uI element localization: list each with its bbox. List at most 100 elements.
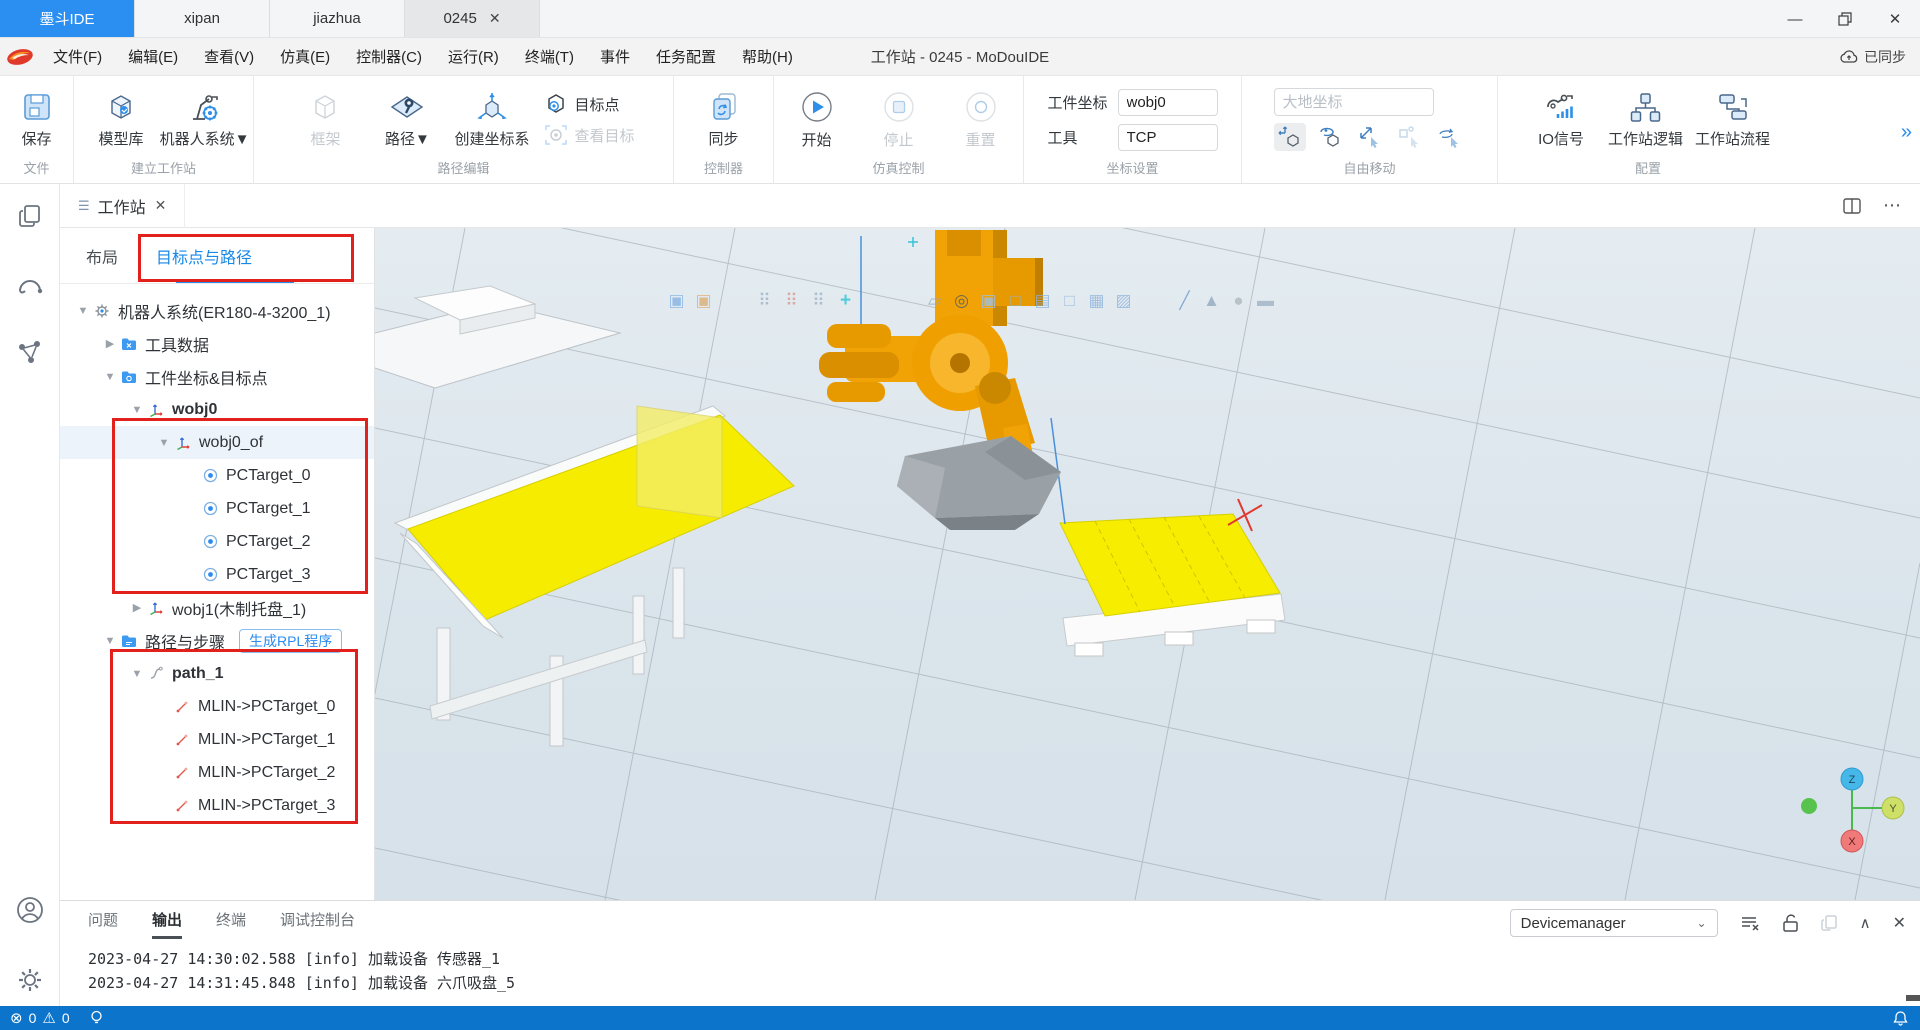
cone-icon[interactable]: ▲ <box>1198 291 1225 311</box>
problems-summary[interactable]: ⊗ 0 ⚠ 0 <box>0 1009 103 1027</box>
menu-edit[interactable]: 编辑(E) <box>115 38 191 76</box>
expander-icon[interactable]: ▼ <box>101 635 119 647</box>
panel-expand-icon[interactable]: ∧ <box>1860 914 1871 932</box>
tab-output[interactable]: 输出 <box>152 909 182 930</box>
node-drag-tool-button[interactable] <box>1394 123 1426 151</box>
doc-tab-jiazhua[interactable]: jiazhua <box>270 0 405 37</box>
device-select[interactable]: Devicemanager ⌄ <box>1510 909 1718 937</box>
tree-row-pctarget-3[interactable]: PCTarget_3 <box>60 558 374 591</box>
snap-grid-red-icon[interactable]: ⠿ <box>778 291 805 311</box>
workstation-tab[interactable]: ☰ 工作站 ✕ <box>60 184 185 228</box>
node-graph-icon[interactable] <box>14 336 46 368</box>
tree-row-tool-data[interactable]: ▶ 工具数据 <box>60 327 374 360</box>
create-coord-button[interactable]: 创建坐标系 <box>450 89 533 151</box>
tree-row-wobj0-of[interactable]: ▼ wobj0_of <box>60 426 374 459</box>
menu-event[interactable]: 事件 <box>587 38 643 76</box>
tree-row-mlin-0[interactable]: MLIN->PCTarget_0 <box>60 690 374 723</box>
view-cube-5-icon[interactable]: ▦ <box>1083 291 1110 311</box>
workstation-tab-close-icon[interactable]: ✕ <box>155 197 167 214</box>
rotate-tool-button[interactable] <box>1314 123 1346 151</box>
menu-simulation[interactable]: 仿真(E) <box>267 38 343 76</box>
axis-gizmo[interactable]: Z Y X <box>1801 768 1904 852</box>
expander-icon[interactable]: ▼ <box>74 305 92 317</box>
path-button[interactable]: 路径▼ <box>368 89 446 151</box>
tree-row-path-1[interactable]: ▼ path_1 <box>60 657 374 690</box>
sphere-icon[interactable]: ● <box>1225 291 1252 311</box>
world-coord-input[interactable] <box>1274 88 1434 116</box>
expander-icon[interactable]: ▶ <box>101 337 119 350</box>
move-tool-button[interactable] <box>1274 123 1306 151</box>
menu-view[interactable]: 查看(V) <box>191 38 267 76</box>
expander-icon[interactable]: ▼ <box>155 437 173 449</box>
panel-close-icon[interactable]: ✕ <box>1893 913 1906 933</box>
expander-icon[interactable]: ▼ <box>128 668 146 680</box>
axis-snap-icon[interactable]: + <box>832 290 859 312</box>
expander-icon[interactable]: ▼ <box>128 404 146 416</box>
snap-grid-icon[interactable]: ⠿ <box>751 291 778 311</box>
menu-run[interactable]: 运行(R) <box>435 38 512 76</box>
tree-row-mlin-1[interactable]: MLIN->PCTarget_1 <box>60 723 374 756</box>
minimize-button[interactable]: — <box>1770 0 1820 38</box>
doc-tab-xipan[interactable]: xipan <box>135 0 270 37</box>
tab-problems[interactable]: 问题 <box>88 909 118 930</box>
sync-button[interactable]: 同步 <box>685 89 763 151</box>
measure-icon[interactable]: ╱ <box>1171 291 1198 311</box>
tree-row-wobj0[interactable]: ▼ wobj0 <box>60 393 374 426</box>
tree-row-wobj1[interactable]: ▶ wobj1(木制托盘_1) <box>60 591 374 624</box>
restore-button[interactable] <box>1820 0 1870 38</box>
tree-row-pctarget-1[interactable]: PCTarget_1 <box>60 492 374 525</box>
view-cube-2-icon[interactable]: □ <box>1002 291 1029 311</box>
ribbon-expand-icon[interactable]: » <box>1901 121 1912 144</box>
station-flow-button[interactable]: 工作站流程 <box>1691 89 1774 151</box>
tree-row-pctarget-0[interactable]: PCTarget_0 <box>60 459 374 492</box>
menu-task-config[interactable]: 任务配置 <box>643 38 729 76</box>
scrollbar-handle[interactable] <box>1906 995 1920 1001</box>
tab-layout[interactable]: 布局 <box>86 244 118 268</box>
app-home-tab[interactable]: 墨斗IDE <box>0 0 135 37</box>
tree-row-paths-steps[interactable]: ▼ 路径与步骤 生成RPL程序 <box>60 624 374 657</box>
user-account-icon[interactable] <box>14 894 46 926</box>
unlock-icon[interactable] <box>1782 914 1799 932</box>
tree-row-mlin-3[interactable]: MLIN->PCTarget_3 <box>60 789 374 822</box>
robot-system-button[interactable]: 机器人系统▼ <box>164 89 245 151</box>
eraser-icon[interactable]: ▬ <box>1252 291 1279 311</box>
notifications-bell-icon[interactable] <box>1893 1010 1908 1026</box>
menu-controller[interactable]: 控制器(C) <box>343 38 435 76</box>
start-button[interactable]: 开始 <box>778 88 856 152</box>
drag-tool-button[interactable] <box>1354 123 1386 151</box>
target-point-button[interactable]: 目标点 <box>544 93 620 115</box>
tool-input[interactable] <box>1118 124 1218 151</box>
view-cube-3-icon[interactable]: ▤ <box>1029 291 1056 311</box>
gizmo-free-ball[interactable] <box>1801 798 1817 814</box>
3d-viewport[interactable]: Z Y X ▣ ▣ ⠿ ⠿ ⠿ + ▱ ◎ ▣ □ ▤ □ ▦ ▨ ╱ ▲ ● … <box>375 228 1920 900</box>
generate-rpl-button[interactable]: 生成RPL程序 <box>239 629 342 653</box>
io-signal-button[interactable]: IO信号 <box>1522 89 1600 151</box>
model-library-button[interactable]: 模型库 <box>82 89 160 151</box>
tree-row-workobj-targets[interactable]: ▼ 工件坐标&目标点 <box>60 360 374 393</box>
split-view-icon[interactable] <box>1843 198 1861 214</box>
close-button[interactable]: ✕ <box>1870 0 1920 38</box>
station-logic-button[interactable]: 工作站逻辑 <box>1604 89 1687 151</box>
tab-debug-console[interactable]: 调试控制台 <box>280 909 355 930</box>
save-button[interactable]: 保存 <box>0 89 76 151</box>
expander-icon[interactable]: ▶ <box>128 601 146 614</box>
settings-gear-icon[interactable] <box>14 964 46 996</box>
hook-icon[interactable] <box>14 270 46 302</box>
doc-tab-0245[interactable]: 0245 ✕ <box>405 0 540 37</box>
more-actions-icon[interactable]: ⋯ <box>1883 195 1902 216</box>
menu-help[interactable]: 帮助(H) <box>729 38 806 76</box>
lightbulb-icon[interactable] <box>90 1010 103 1026</box>
view-cube-4-icon[interactable]: □ <box>1056 291 1083 311</box>
tree-row-pctarget-2[interactable]: PCTarget_2 <box>60 525 374 558</box>
clear-output-icon[interactable] <box>1740 915 1760 931</box>
orbit-tool-button[interactable] <box>1434 123 1466 151</box>
plane-select-icon[interactable]: ▱ <box>921 291 948 311</box>
expander-icon[interactable]: ▼ <box>101 371 119 383</box>
cube-solid-orange-icon[interactable]: ▣ <box>690 291 717 311</box>
tab-close-icon[interactable]: ✕ <box>489 10 501 27</box>
tab-targets-paths[interactable]: 目标点与路径 <box>156 244 252 268</box>
snap-grid-blue-icon[interactable]: ⠿ <box>805 291 832 311</box>
menu-terminal[interactable]: 终端(T) <box>512 38 587 76</box>
menu-file[interactable]: 文件(F) <box>40 38 115 76</box>
pages-icon[interactable] <box>14 200 46 232</box>
